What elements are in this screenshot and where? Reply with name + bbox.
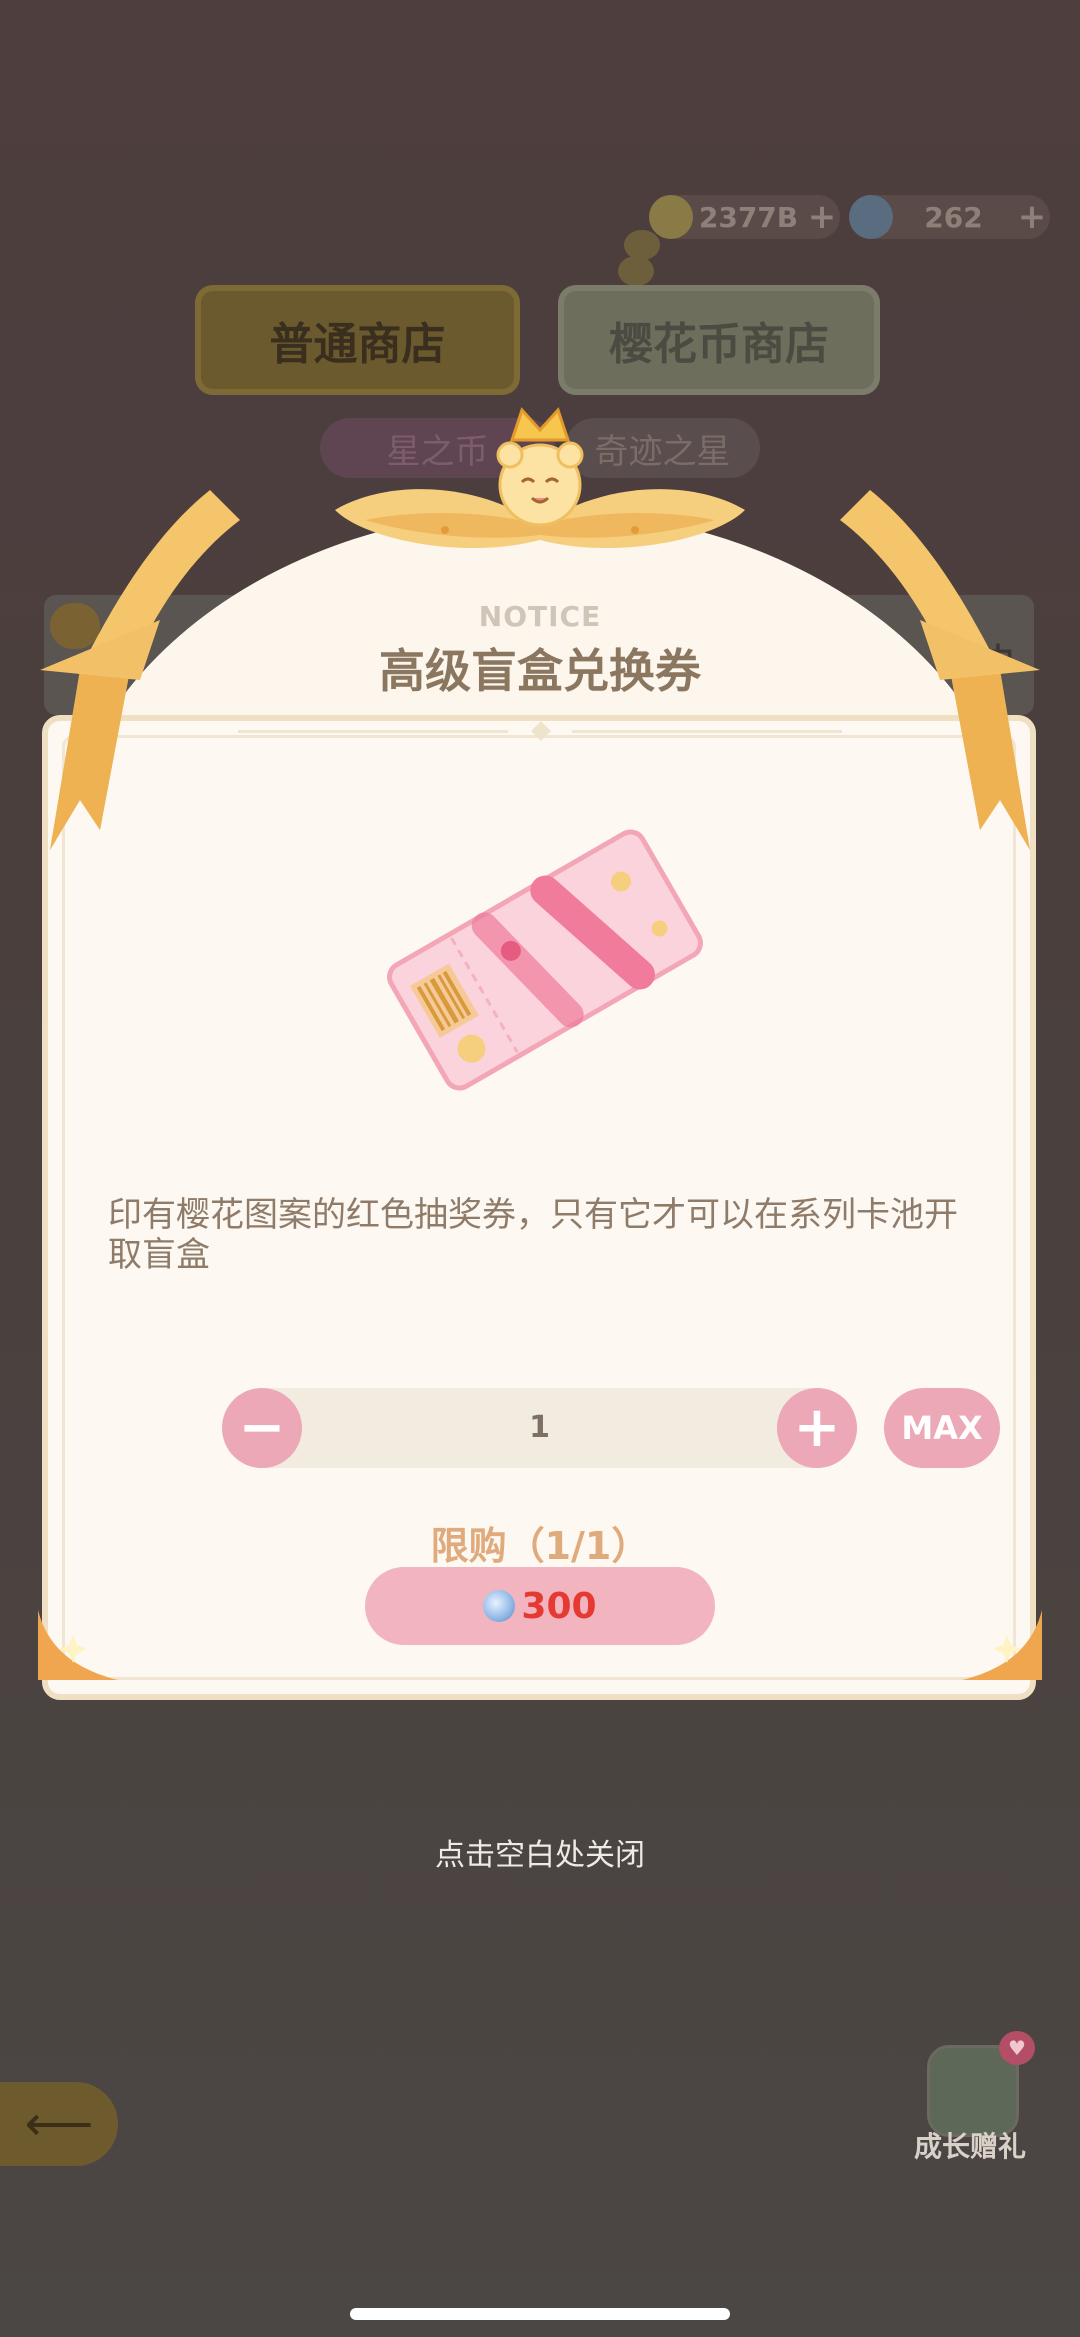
gem-value: 262 xyxy=(924,200,983,234)
decrease-quantity-button[interactable]: − xyxy=(222,1388,302,1468)
purchase-button[interactable]: 300 xyxy=(365,1567,715,1645)
gold-currency-bar[interactable]: 2377B + xyxy=(649,195,840,239)
title-divider-right xyxy=(572,730,842,733)
sparkle-corner-left-icon xyxy=(38,1610,118,1680)
notice-label: NOTICE xyxy=(478,600,602,633)
add-gold-button[interactable]: + xyxy=(804,197,840,237)
title-divider-left xyxy=(238,730,508,733)
quantity-value[interactable]: 1 xyxy=(302,1388,777,1468)
tap-blank-to-close-hint[interactable]: 点击空白处关闭 xyxy=(0,1830,1080,1874)
quantity-stepper: − 1 + xyxy=(222,1388,857,1468)
heart-icon: ♥ xyxy=(999,2031,1035,2065)
increase-quantity-button[interactable]: + xyxy=(777,1388,857,1468)
gold-coin-icon xyxy=(649,195,693,239)
back-button[interactable]: ⟵ xyxy=(0,2082,118,2166)
sparkle-corner-right-icon xyxy=(962,1610,1042,1680)
item-description: 印有樱花图案的红色抽奖券，只有它才可以在系列卡池开取盲盒 xyxy=(108,1195,958,1275)
dialog-title: 高级盲盒兑换券 xyxy=(379,644,701,698)
blind-box-ticket-icon xyxy=(387,829,703,1091)
tab-sakura-coin-shop[interactable]: 樱花币商店 xyxy=(558,285,880,395)
price-value: 300 xyxy=(521,1585,597,1627)
max-quantity-button[interactable]: MAX xyxy=(884,1388,1000,1468)
gem-currency-bar[interactable]: 262 + xyxy=(849,195,1050,239)
gem-icon xyxy=(483,1590,516,1622)
growth-gift-label: 成长赠礼 xyxy=(913,2130,1026,2163)
gold-value: 2377B xyxy=(698,200,799,234)
add-gem-button[interactable]: + xyxy=(1014,197,1050,237)
growth-gift-button[interactable]: ♥ 成长赠礼 xyxy=(905,2025,1035,2165)
home-indicator[interactable] xyxy=(350,2308,730,2320)
gem-icon xyxy=(849,195,893,239)
purchase-limit: 限购（1/1） xyxy=(430,1524,650,1568)
kero-mascot-crown-icon xyxy=(496,407,584,527)
tab-normal-shop[interactable]: 普通商店 xyxy=(195,285,520,395)
